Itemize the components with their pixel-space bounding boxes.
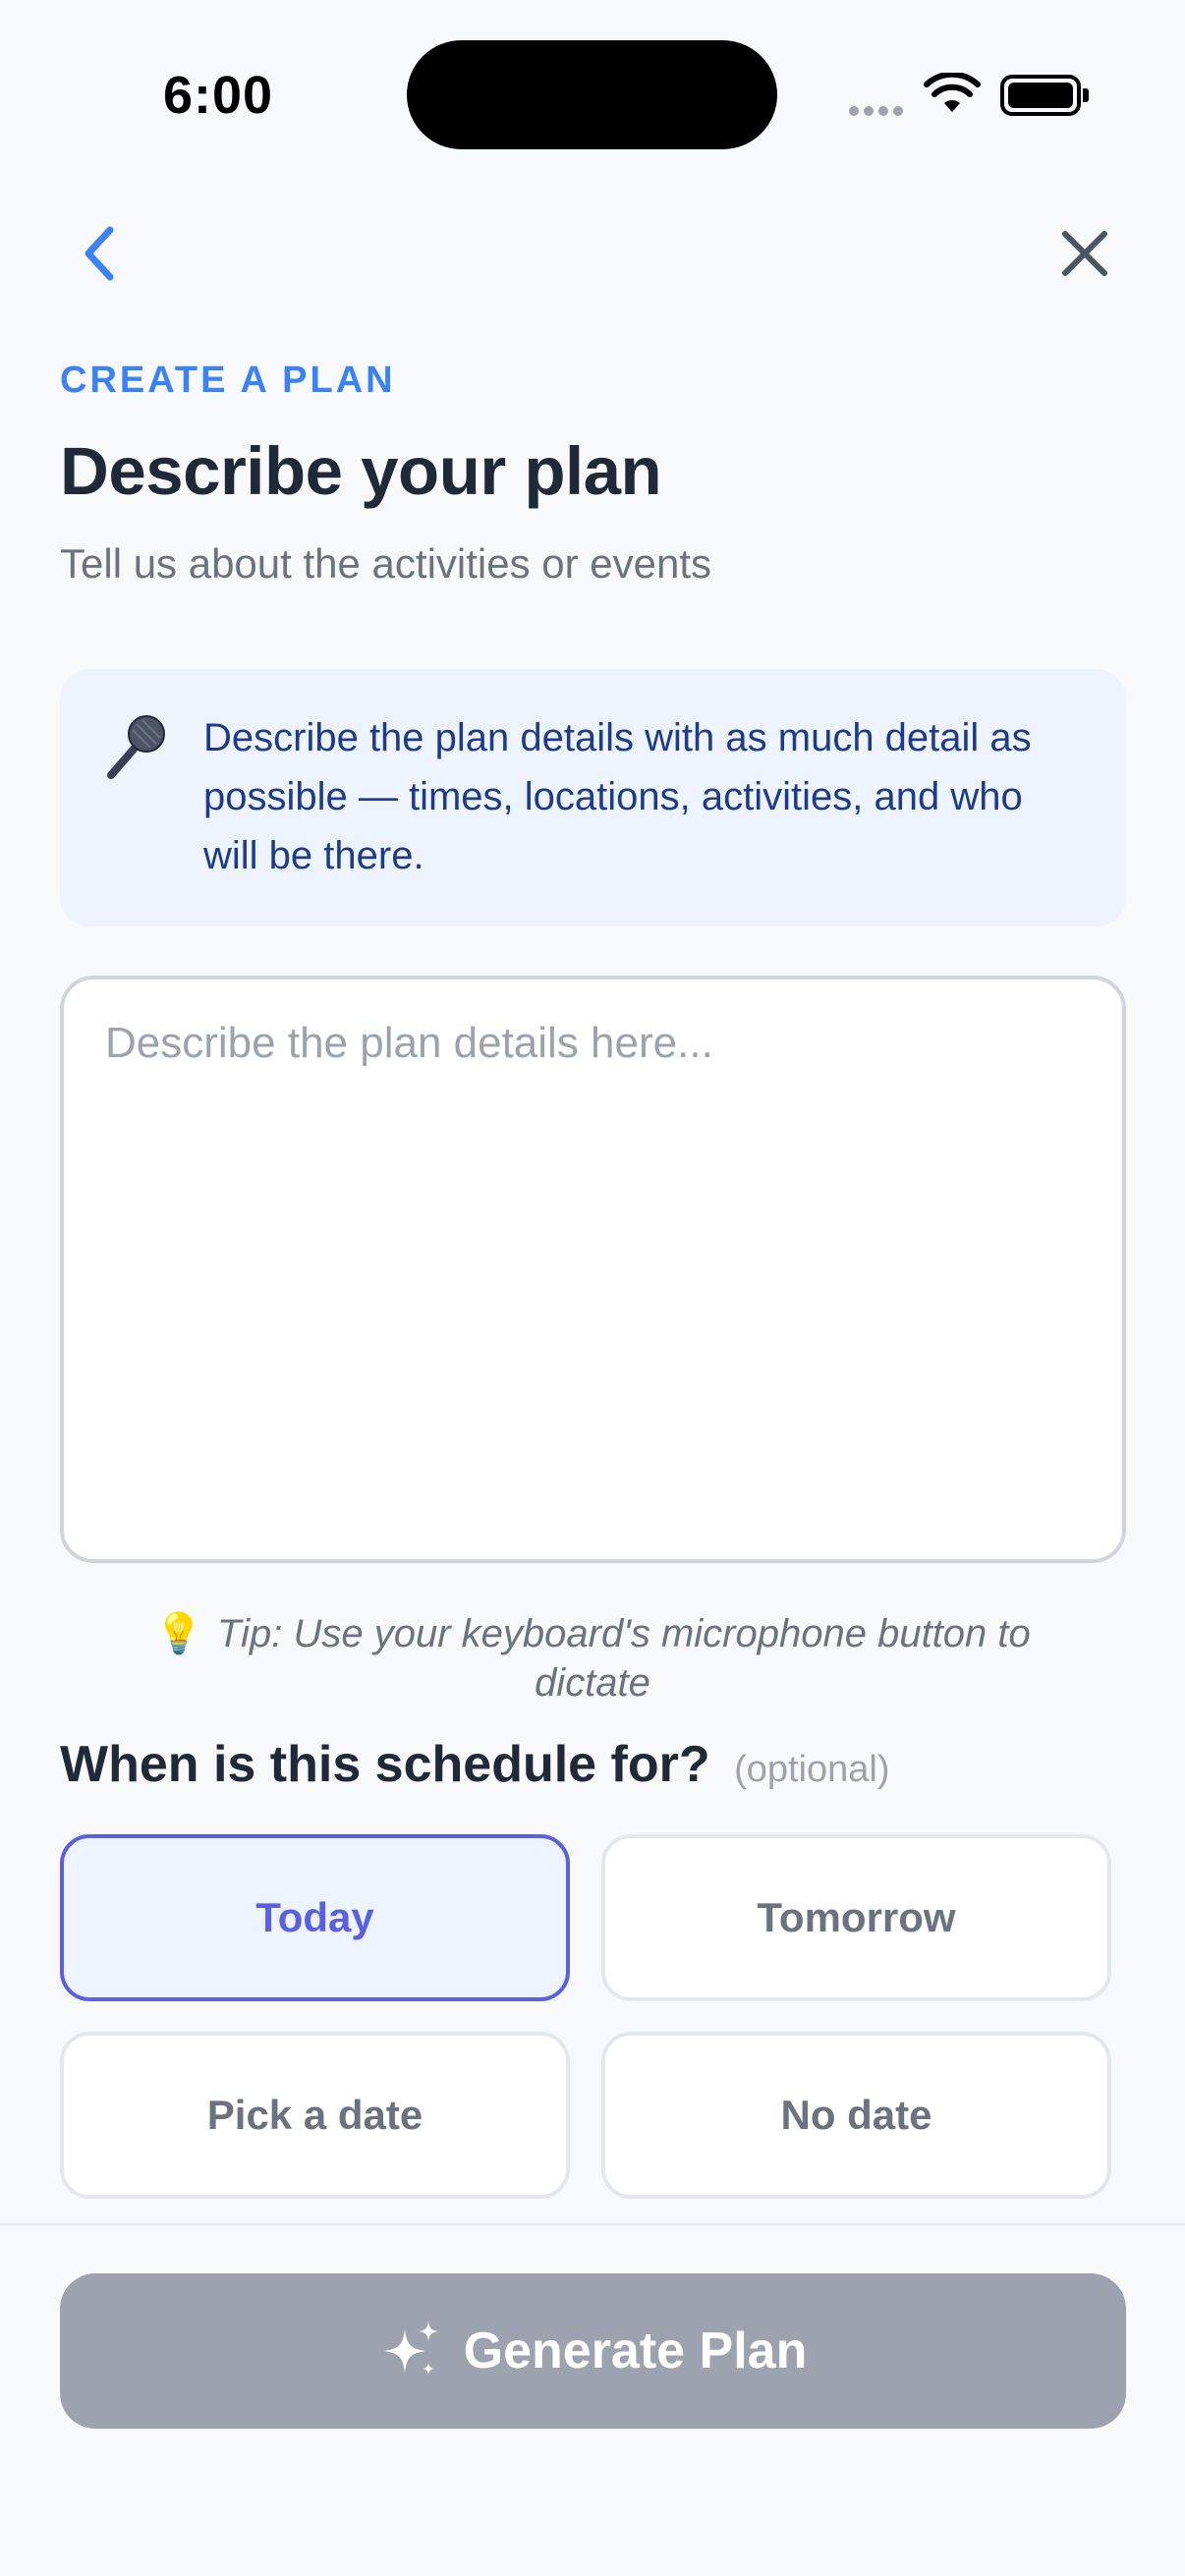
close-button[interactable]	[1051, 220, 1118, 287]
lightbulb-icon: 💡	[154, 1612, 204, 1655]
option-tomorrow[interactable]: Tomorrow	[601, 1834, 1111, 2001]
back-button[interactable]	[69, 218, 128, 289]
tip-text: Tip: Use your keyboard's microphone butt…	[217, 1612, 1031, 1705]
optional-label: (optional)	[734, 1749, 890, 1790]
page-title: Describe your plan	[60, 433, 662, 509]
schedule-heading-text: When is this schedule for?	[60, 1736, 710, 1793]
option-pick-a-date[interactable]: Pick a date	[60, 2032, 570, 2199]
status-bar: 6:00	[0, 0, 1185, 177]
generate-plan-button[interactable]: Generate Plan	[60, 2273, 1126, 2429]
option-no-date[interactable]: No date	[601, 2032, 1111, 2199]
close-icon	[1062, 231, 1107, 276]
cellular-signal-icon	[849, 103, 908, 121]
generate-plan-label: Generate Plan	[463, 2323, 808, 2380]
schedule-heading: When is this schedule for? (optional)	[60, 1735, 890, 1794]
status-time: 6:00	[163, 66, 274, 125]
battery-icon	[1000, 75, 1089, 116]
dynamic-island	[407, 40, 777, 149]
info-text: Describe the plan details with as much d…	[203, 716, 1032, 877]
page-subtitle: Tell us about the activities or events	[60, 540, 712, 587]
footer-divider	[0, 2223, 1185, 2225]
tip: 💡 Tip: Use your keyboard's microphone but…	[98, 1609, 1087, 1708]
section-eyebrow: CREATE A PLAN	[60, 360, 396, 401]
wifi-icon	[924, 73, 981, 112]
option-today[interactable]: Today	[60, 1834, 570, 2001]
chevron-left-icon	[85, 226, 114, 281]
plan-details-input[interactable]	[60, 976, 1126, 1563]
microphone-icon	[107, 715, 165, 779]
sparkle-icon	[382, 2322, 438, 2375]
info-card: Describe the plan details with as much d…	[60, 669, 1126, 926]
